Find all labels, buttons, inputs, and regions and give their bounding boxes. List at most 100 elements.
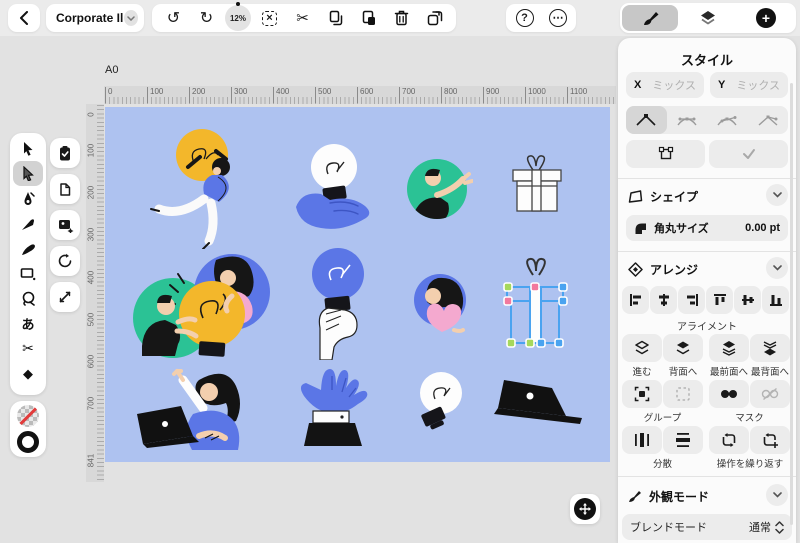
disconnected-node-icon <box>757 113 779 127</box>
align-middle-v-icon <box>741 293 755 307</box>
mask-button[interactable] <box>709 380 749 408</box>
title-chevron-down-icon <box>124 10 138 26</box>
artboard-label[interactable]: A0 <box>105 64 118 76</box>
text-tool[interactable]: あ <box>13 311 43 336</box>
illustration-gift-box[interactable] <box>505 155 572 219</box>
align-left-button[interactable] <box>622 286 649 314</box>
pencil-tool[interactable] <box>13 211 43 236</box>
x-coordinate-field[interactable]: X ミックス <box>626 72 704 98</box>
repeat-last-button[interactable] <box>709 426 749 454</box>
appearance-collapse-button[interactable] <box>766 484 788 506</box>
x-value: ミックス <box>652 77 696 93</box>
quick-action-auto-trace[interactable] <box>50 210 80 240</box>
eraser-tool[interactable]: ◆ <box>13 361 43 386</box>
duplicate-button[interactable] <box>418 4 451 32</box>
distribute-horizontal-button[interactable] <box>622 426 662 454</box>
illustration-person-leaping-with-lightbulb[interactable] <box>140 125 255 249</box>
illustration-gift-box-selected-wireframe[interactable] <box>503 256 570 354</box>
paintbrush-icon <box>21 242 36 256</box>
send-to-back-button[interactable] <box>750 334 790 362</box>
panel-scrollbar[interactable] <box>790 83 793 525</box>
document-title-menu[interactable]: Corporate Il... <box>46 4 144 32</box>
illustration-hand-holding-blue-lightbulb[interactable] <box>305 246 369 360</box>
illustration-hand-holding-white-lightbulb[interactable] <box>288 143 385 235</box>
mask-label: マスク <box>709 410 790 424</box>
image-sparkle-icon <box>57 217 74 233</box>
illustration-woman-with-laptop[interactable] <box>135 362 260 450</box>
paste-button[interactable] <box>352 4 385 32</box>
align-right-button[interactable] <box>678 286 705 314</box>
illustration-woman-with-heart-in-circle[interactable] <box>412 272 470 340</box>
unmask-button[interactable] <box>750 380 790 408</box>
corner-radius-row[interactable]: 角丸サイズ 0.00 pt <box>626 215 788 241</box>
tab-layers[interactable] <box>680 5 736 31</box>
help-button[interactable]: ? <box>508 4 541 32</box>
group-icon <box>634 386 650 402</box>
tab-add[interactable]: + <box>738 5 794 31</box>
lasso-tool[interactable] <box>13 286 43 311</box>
arrange-section-header: アレンジ <box>628 258 698 280</box>
delete-button[interactable] <box>385 4 418 32</box>
fill-color-swatch-none[interactable] <box>17 405 39 427</box>
align-middle-v-button[interactable] <box>734 286 761 314</box>
cut-button[interactable]: ✂ <box>286 4 319 32</box>
quick-action-line[interactable] <box>50 282 80 312</box>
selection-tool[interactable] <box>13 136 43 161</box>
arrange-collapse-button[interactable] <box>766 257 788 279</box>
group-button[interactable] <box>622 380 662 408</box>
repeat-and-duplicate-button[interactable] <box>750 426 790 454</box>
bring-forward-icon <box>634 340 650 356</box>
node-type-asymmetric[interactable] <box>707 106 748 134</box>
back-button[interactable] <box>8 4 40 32</box>
blend-mode-row[interactable]: ブレンドモード 通常 <box>622 514 792 540</box>
copy-button[interactable] <box>319 4 352 32</box>
send-backward-button[interactable] <box>663 334 703 362</box>
quick-action-clipboard[interactable] <box>50 138 80 168</box>
distribute-vertical-button[interactable] <box>663 426 703 454</box>
brush-tool[interactable] <box>13 236 43 261</box>
illustration-black-laptop[interactable] <box>490 378 585 428</box>
y-coordinate-field[interactable]: Y ミックス <box>710 72 788 98</box>
divider <box>618 251 796 252</box>
unmask-glasses-icon <box>761 387 779 401</box>
ruler-label: 600 <box>357 87 373 103</box>
pen-tool[interactable] <box>13 186 43 211</box>
quick-action-rotate[interactable] <box>50 246 80 276</box>
artboard-a0[interactable] <box>105 107 610 462</box>
rounded-corner-icon <box>634 222 647 235</box>
illustration-open-hand-blue[interactable] <box>296 362 368 447</box>
zoom-level-button[interactable]: 12% <box>223 4 253 32</box>
align-bottom-button[interactable] <box>762 286 789 314</box>
align-center-h-button[interactable] <box>650 286 677 314</box>
node-type-corner[interactable] <box>626 106 667 134</box>
illustration-man-in-green-circle[interactable] <box>405 155 473 223</box>
node-type-disconnected[interactable] <box>748 106 789 134</box>
bring-to-front-button[interactable] <box>709 334 749 362</box>
align-left-icon <box>629 293 643 307</box>
edit-path-button[interactable] <box>626 140 705 168</box>
quick-action-paste-style[interactable] <box>50 174 80 204</box>
undo-button[interactable]: ↺ <box>157 4 190 32</box>
confirm-path-button[interactable] <box>709 140 788 168</box>
node-tool[interactable] <box>13 161 43 186</box>
layers-icon <box>699 10 717 26</box>
bring-forward-button[interactable] <box>622 334 662 362</box>
corner-radius-value: 0.00 pt <box>745 222 780 234</box>
illustration-two-people-with-lightbulb[interactable] <box>128 248 275 360</box>
deselect-button[interactable]: × <box>253 4 286 32</box>
shape-tool[interactable] <box>13 261 43 286</box>
illustration-tilted-lightbulb[interactable] <box>410 370 468 436</box>
stroke-color-swatch[interactable] <box>17 431 39 453</box>
more-options-button[interactable]: ⋯ <box>541 4 574 32</box>
shape-collapse-button[interactable] <box>766 184 788 206</box>
arrange-section-label: アレンジ <box>650 261 698 278</box>
navigator-button[interactable] <box>570 494 600 524</box>
align-top-button[interactable] <box>706 286 733 314</box>
redo-button[interactable]: ↻ <box>190 4 223 32</box>
rectangle-icon <box>20 266 36 281</box>
pen-nib-icon <box>21 191 35 206</box>
scissors-tool[interactable]: ✂ <box>13 336 43 361</box>
ungroup-button[interactable] <box>663 380 703 408</box>
tab-style[interactable] <box>622 5 678 31</box>
node-type-smooth[interactable] <box>667 106 708 134</box>
